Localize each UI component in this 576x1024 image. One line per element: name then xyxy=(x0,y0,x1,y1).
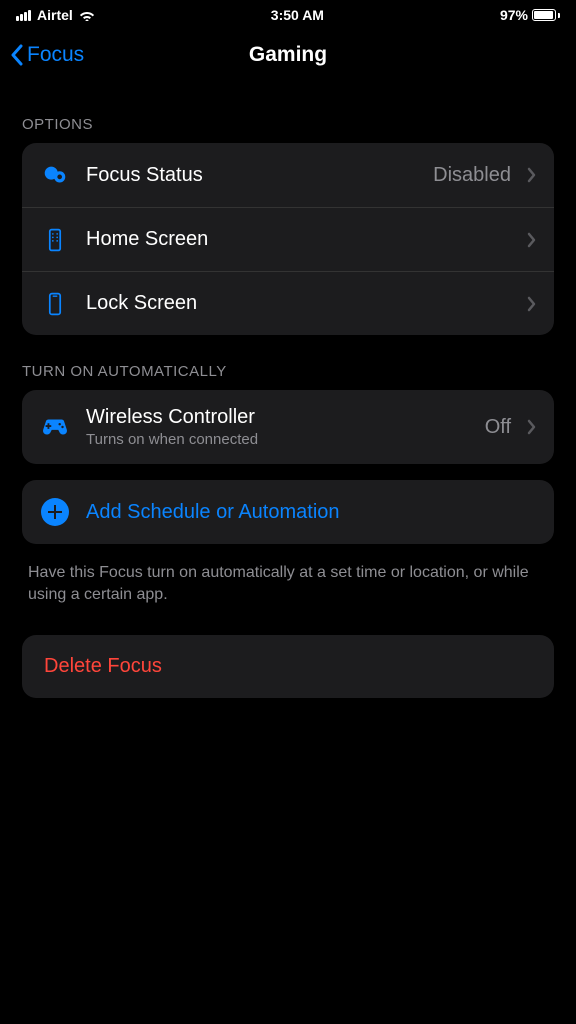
status-left: Airtel xyxy=(16,7,95,23)
auto-header: TURN ON AUTOMATICALLY xyxy=(0,335,576,390)
chevron-right-icon xyxy=(527,167,536,183)
focus-status-row[interactable]: Focus Status Disabled xyxy=(22,143,554,207)
delete-focus-button[interactable]: Delete Focus xyxy=(22,635,554,698)
carrier-label: Airtel xyxy=(37,7,73,23)
chevron-left-icon xyxy=(10,44,23,66)
add-schedule-label: Add Schedule or Automation xyxy=(86,501,536,524)
focus-status-icon xyxy=(40,160,70,190)
options-card: Focus Status Disabled Home Screen Lock S… xyxy=(22,143,554,335)
wireless-controller-label: Wireless Controller xyxy=(86,406,469,429)
add-schedule-button[interactable]: Add Schedule or Automation xyxy=(22,480,554,544)
battery-icon xyxy=(532,9,560,21)
auto-footer-text: Have this Focus turn on automatically at… xyxy=(0,544,576,607)
battery-percent: 97% xyxy=(500,7,528,23)
focus-status-value: Disabled xyxy=(433,164,511,187)
status-right: 97% xyxy=(500,7,560,23)
wifi-icon xyxy=(79,9,95,21)
add-automation-card: Add Schedule or Automation xyxy=(22,480,554,544)
lock-screen-icon xyxy=(40,289,70,319)
lock-screen-label: Lock Screen xyxy=(86,292,511,315)
back-label: Focus xyxy=(27,43,84,67)
back-button[interactable]: Focus xyxy=(10,43,84,67)
delete-card: Delete Focus xyxy=(22,635,554,698)
chevron-right-icon xyxy=(527,419,536,435)
lock-screen-row[interactable]: Lock Screen xyxy=(22,271,554,335)
nav-bar: Focus Gaming xyxy=(0,30,576,80)
plus-circle-icon xyxy=(40,497,70,527)
wireless-controller-row[interactable]: Wireless Controller Turns on when connec… xyxy=(22,390,554,464)
chevron-right-icon xyxy=(527,296,536,312)
home-screen-row[interactable]: Home Screen xyxy=(22,207,554,271)
status-bar: Airtel 3:50 AM 97% xyxy=(0,0,576,30)
options-header: OPTIONS xyxy=(0,80,576,143)
focus-status-label: Focus Status xyxy=(86,164,417,187)
signal-icon xyxy=(16,10,31,21)
wireless-controller-text: Wireless Controller Turns on when connec… xyxy=(86,406,469,448)
game-controller-icon xyxy=(40,412,70,442)
wireless-controller-card: Wireless Controller Turns on when connec… xyxy=(22,390,554,464)
wireless-controller-subtitle: Turns on when connected xyxy=(86,431,469,448)
chevron-right-icon xyxy=(527,232,536,248)
page-title: Gaming xyxy=(249,43,327,67)
wireless-controller-value: Off xyxy=(485,416,511,439)
delete-focus-label: Delete Focus xyxy=(44,655,162,677)
clock-label: 3:50 AM xyxy=(271,7,324,23)
home-screen-icon xyxy=(40,225,70,255)
home-screen-label: Home Screen xyxy=(86,228,511,251)
